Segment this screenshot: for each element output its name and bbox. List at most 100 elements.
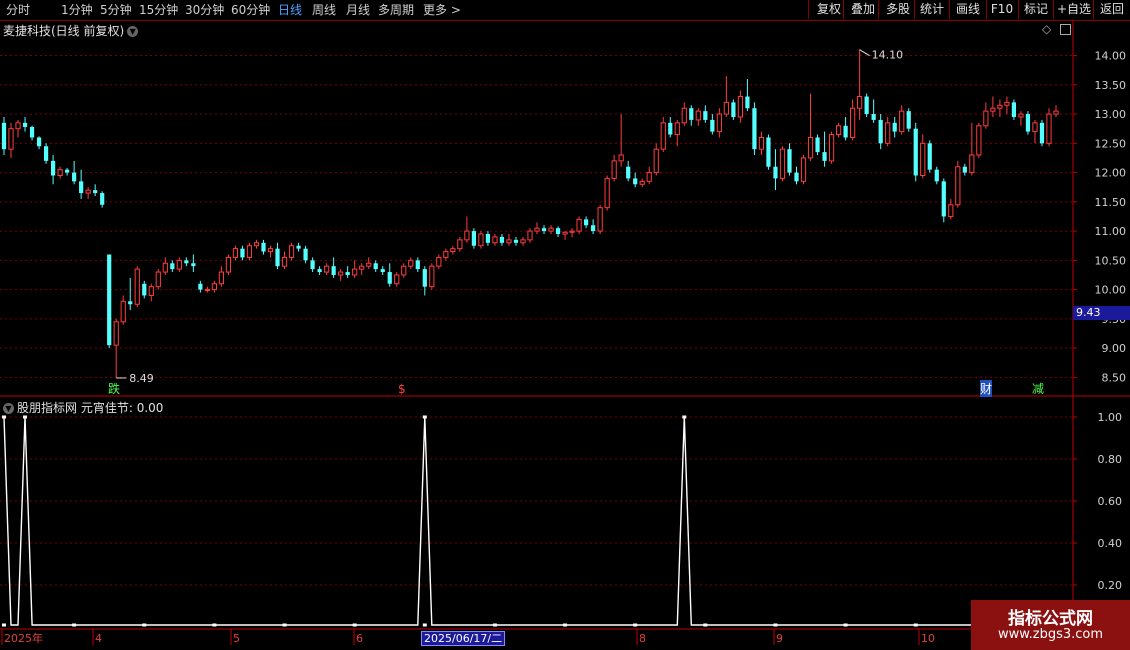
indicator-tick-label: 0.40	[1098, 537, 1123, 550]
candle-body	[646, 172, 652, 182]
candle-body	[225, 256, 232, 273]
indicator-title: ▼ 股朋指标网 元宵佳节: 0.00	[3, 399, 163, 416]
candle-body	[513, 239, 519, 243]
indicator-dot	[142, 623, 147, 627]
candle-body	[155, 271, 161, 288]
date-label: 6	[356, 632, 363, 645]
price-tick-label: 14.00	[1095, 50, 1127, 63]
candle-body	[520, 239, 526, 244]
candle-body	[626, 166, 631, 179]
indicator-tick-label: 0.80	[1098, 453, 1123, 466]
candle-body	[72, 172, 77, 182]
event-marker-dollar[interactable]: $	[398, 382, 406, 396]
candle-body	[534, 227, 540, 232]
window-toggle-icon[interactable]	[1060, 24, 1071, 35]
kline-chart[interactable]: 14.00 13.50 13.00 12.50 12.00 11.50 11.00 10.50…	[0, 0, 1130, 650]
event-marker-drop[interactable]: 跌	[108, 380, 120, 397]
candle-body	[15, 122, 21, 130]
candle-body	[471, 231, 476, 246]
indicator-dot	[563, 623, 568, 627]
candle-body	[36, 137, 42, 147]
candle-body	[436, 256, 442, 267]
candle-body	[990, 107, 996, 112]
candle-body	[976, 125, 982, 156]
candle-body	[548, 227, 554, 232]
candle-body	[962, 166, 967, 173]
candlestick-series	[1, 49, 1059, 378]
indicator-dot	[2, 623, 6, 627]
candle-body	[779, 148, 786, 179]
candle-body	[478, 233, 484, 247]
indicator-source: 股朋指标网	[17, 401, 78, 415]
candle-body	[941, 181, 946, 217]
candle-body	[100, 193, 105, 205]
indicator-value-label: 元宵佳节: 0.00	[80, 401, 164, 415]
candle-body	[275, 248, 280, 267]
indicator-dot	[352, 623, 357, 627]
candle-body	[65, 169, 70, 173]
candle-body	[506, 239, 512, 244]
candle-body	[843, 125, 848, 138]
high-price-label: 14.10	[872, 49, 904, 62]
candle-body	[261, 242, 266, 252]
indicator-dot	[703, 623, 708, 627]
price-tick-label: 9.00	[1102, 342, 1127, 355]
watermark-url: www.zbgs3.com	[997, 627, 1104, 642]
date-label: 9	[776, 632, 783, 645]
current-price-tag: 9.43	[1073, 306, 1130, 320]
event-marker-reduce[interactable]: 减	[1032, 380, 1044, 397]
candle-body	[176, 259, 182, 270]
candle-body	[906, 111, 911, 129]
indicator-series	[2, 415, 1058, 627]
candle-body	[653, 148, 659, 174]
chevron-down-icon[interactable]: ▼	[127, 26, 139, 37]
price-tick-label: 11.00	[1095, 225, 1127, 238]
price-tick-label: 13.50	[1095, 79, 1127, 92]
indicator-dot	[633, 623, 638, 627]
candle-body	[576, 218, 582, 232]
candle-body	[864, 96, 869, 115]
diamond-icon[interactable]: ◇	[1042, 22, 1051, 36]
candle-body	[899, 110, 905, 133]
candle-body	[920, 142, 926, 177]
candle-body	[723, 101, 729, 115]
candle-body	[317, 269, 322, 273]
candle-body	[162, 262, 168, 273]
candle-body	[689, 108, 694, 120]
indicator-spike-cap	[422, 415, 427, 419]
candle-body	[703, 111, 708, 120]
candle-body	[142, 283, 147, 296]
candle-body	[695, 110, 701, 121]
chevron-down-icon[interactable]: ▼	[3, 403, 14, 414]
watermark-logo: 指标公式网 www.zbgs3.com	[971, 600, 1130, 650]
candle-body	[43, 146, 49, 161]
candle-body	[352, 268, 358, 276]
candle-body	[885, 122, 891, 144]
candle-body	[562, 231, 568, 235]
candle-body	[591, 225, 596, 232]
event-marker-finance[interactable]: 财	[980, 380, 993, 397]
candle-body	[611, 160, 617, 179]
candle-body	[345, 272, 350, 275]
candle-body	[997, 104, 1003, 109]
candle-body	[913, 128, 918, 176]
candle-body	[50, 160, 56, 176]
candle-body	[1018, 113, 1024, 118]
candle-body	[29, 126, 35, 138]
candle-body	[134, 268, 140, 305]
candle-body	[211, 283, 218, 291]
candle-body	[246, 245, 253, 258]
candle-body	[128, 301, 133, 305]
candle-body	[184, 260, 189, 264]
candle-body	[639, 180, 645, 185]
candle-body	[492, 236, 498, 244]
candle-body	[387, 272, 392, 284]
candle-body	[296, 245, 301, 249]
price-tick-label: 12.00	[1095, 167, 1127, 180]
candle-body	[794, 172, 799, 182]
candle-body	[807, 136, 814, 159]
high-pointer	[859, 49, 870, 57]
price-tick-label: 11.50	[1095, 196, 1127, 209]
candle-body	[892, 122, 897, 132]
price-tick-label: 8.50	[1102, 371, 1127, 384]
